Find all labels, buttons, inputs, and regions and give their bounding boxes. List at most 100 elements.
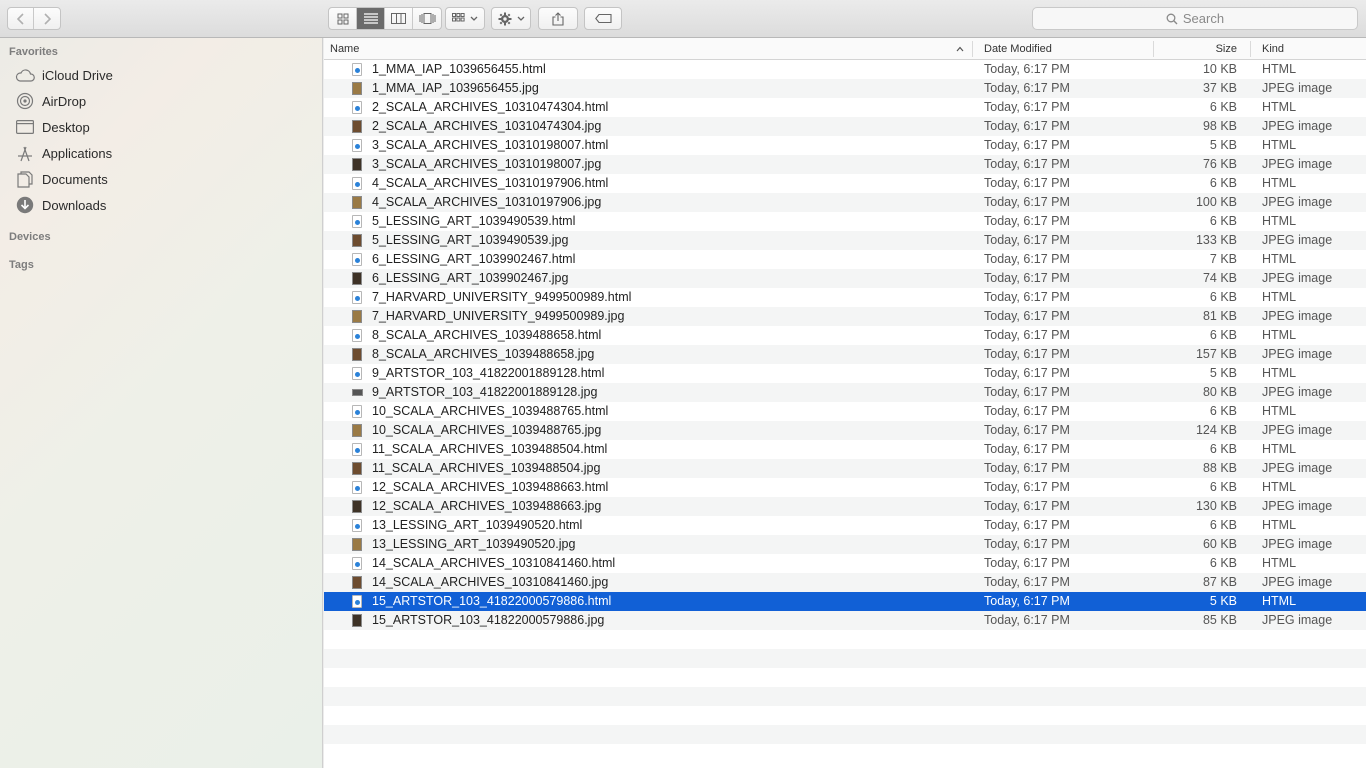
- file-size: 100 KB: [1195, 195, 1237, 209]
- action-button[interactable]: [491, 7, 531, 30]
- cloud-icon: [14, 66, 36, 84]
- file-row[interactable]: 4_SCALA_ARCHIVES_10310197906.jpg Today, 6…: [324, 193, 1366, 212]
- file-size: 5 KB: [1209, 138, 1237, 152]
- file-name: 6_LESSING_ART_1039902467.jpg: [372, 271, 569, 285]
- file-row[interactable]: 14_SCALA_ARCHIVES_10310841460.html Today,…: [324, 554, 1366, 573]
- column-divider[interactable]: [1250, 41, 1251, 57]
- file-row[interactable]: 5_LESSING_ART_1039490539.html Today, 6:17…: [324, 212, 1366, 231]
- file-row[interactable]: 8_SCALA_ARCHIVES_1039488658.html Today, 6…: [324, 326, 1366, 345]
- file-size: 5 KB: [1209, 366, 1237, 380]
- file-size: 124 KB: [1195, 423, 1237, 437]
- tags-button[interactable]: [584, 7, 622, 30]
- column-divider[interactable]: [972, 41, 973, 57]
- file-date-modified: Today, 6:17 PM: [984, 404, 1070, 418]
- file-size: 7 KB: [1209, 252, 1237, 266]
- sidebar-item-documents[interactable]: Documents: [14, 168, 304, 190]
- file-size: 81 KB: [1202, 309, 1237, 323]
- file-row[interactable]: 8_SCALA_ARCHIVES_1039488658.jpg Today, 6:…: [324, 345, 1366, 364]
- column-header-date[interactable]: Date Modified: [984, 38, 1149, 60]
- sidebar-item-icloud-drive[interactable]: iCloud Drive: [14, 64, 304, 86]
- file-date-modified: Today, 6:17 PM: [984, 385, 1070, 399]
- file-row[interactable]: 15_ARTSTOR_103_41822000579886.html Today,…: [324, 592, 1366, 611]
- file-row[interactable]: 13_LESSING_ART_1039490520.jpg Today, 6:17…: [324, 535, 1366, 554]
- file-row[interactable]: 14_SCALA_ARCHIVES_10310841460.jpg Today, …: [324, 573, 1366, 592]
- file-kind: JPEG image: [1262, 537, 1333, 551]
- back-button[interactable]: [8, 8, 34, 29]
- file-row[interactable]: 9_ARTSTOR_103_41822001889128.jpg Today, 6…: [324, 383, 1366, 402]
- sidebar-item-label: Downloads: [42, 197, 107, 213]
- file-row[interactable]: 9_ARTSTOR_103_41822001889128.html Today, …: [324, 364, 1366, 383]
- file-row[interactable]: 2_SCALA_ARCHIVES_10310474304.jpg Today, 6…: [324, 117, 1366, 136]
- list-view-button[interactable]: [357, 8, 385, 29]
- column-view-button[interactable]: [385, 8, 413, 29]
- file-list[interactable]: 1_MMA_IAP_1039656455.html Today, 6:17 PM 1…: [324, 60, 1366, 768]
- file-row[interactable]: 10_SCALA_ARCHIVES_1039488765.html Today, …: [324, 402, 1366, 421]
- file-row[interactable]: 2_SCALA_ARCHIVES_10310474304.html Today, …: [324, 98, 1366, 117]
- file-size: 87 KB: [1202, 575, 1237, 589]
- favorites-heading[interactable]: Favorites: [9, 46, 58, 58]
- file-row[interactable]: 10_SCALA_ARCHIVES_1039488765.jpg Today, 6…: [324, 421, 1366, 440]
- file-row[interactable]: 1_MMA_IAP_1039656455.html Today, 6:17 PM 1…: [324, 60, 1366, 79]
- file-row[interactable]: 3_SCALA_ARCHIVES_10310198007.jpg Today, 6…: [324, 155, 1366, 174]
- file-row[interactable]: 11_SCALA_ARCHIVES_1039488504.jpg Today, 6…: [324, 459, 1366, 478]
- chevron-down-icon: [470, 16, 478, 21]
- html-file-icon: [352, 215, 362, 228]
- file-size: 10 KB: [1202, 62, 1237, 76]
- file-row[interactable]: 1_MMA_IAP_1039656455.jpg Today, 6:17 PM 37…: [324, 79, 1366, 98]
- file-row[interactable]: 11_SCALA_ARCHIVES_1039488504.html Today, …: [324, 440, 1366, 459]
- file-kind: JPEG image: [1262, 347, 1333, 361]
- file-row[interactable]: 6_LESSING_ART_1039902467.jpg Today, 6:17 …: [324, 269, 1366, 288]
- file-row[interactable]: 13_LESSING_ART_1039490520.html Today, 6:1…: [324, 516, 1366, 535]
- image-thumbnail-icon: [352, 120, 362, 133]
- image-thumbnail-icon: [352, 82, 362, 95]
- forward-button[interactable]: [34, 8, 60, 29]
- tags-heading[interactable]: Tags: [9, 259, 34, 271]
- column-header-kind[interactable]: Kind: [1262, 38, 1362, 60]
- file-row[interactable]: 7_HARVARD_UNIVERSITY_9499500989.jpg Today…: [324, 307, 1366, 326]
- search-icon: [1166, 13, 1178, 24]
- sidebar-item-airdrop[interactable]: AirDrop: [14, 90, 304, 112]
- file-name: 1_MMA_IAP_1039656455.html: [372, 62, 546, 76]
- file-size: 6 KB: [1209, 442, 1237, 456]
- column-header-size[interactable]: Size: [1153, 38, 1237, 60]
- file-row[interactable]: 6_LESSING_ART_1039902467.html Today, 6:17…: [324, 250, 1366, 269]
- file-row[interactable]: 7_HARVARD_UNIVERSITY_9499500989.html Toda…: [324, 288, 1366, 307]
- file-name: 4_SCALA_ARCHIVES_10310197906.jpg: [372, 195, 602, 209]
- airdrop-icon: [14, 92, 36, 110]
- file-row[interactable]: 3_SCALA_ARCHIVES_10310198007.html Today, …: [324, 136, 1366, 155]
- search-field[interactable]: Search: [1032, 7, 1358, 30]
- image-thumbnail-icon: [352, 614, 362, 627]
- file-date-modified: Today, 6:17 PM: [984, 347, 1070, 361]
- sidebar-item-applications[interactable]: Applications: [14, 142, 304, 164]
- empty-row: [324, 668, 1366, 687]
- column-header-name[interactable]: Name: [330, 38, 970, 60]
- file-size: 85 KB: [1202, 613, 1237, 627]
- sidebar-item-desktop[interactable]: Desktop: [14, 116, 304, 138]
- file-kind: HTML: [1262, 100, 1297, 114]
- empty-row: [324, 630, 1366, 649]
- file-date-modified: Today, 6:17 PM: [984, 499, 1070, 513]
- file-kind: HTML: [1262, 442, 1297, 456]
- column-header-size-label: Size: [1215, 43, 1237, 55]
- applications-icon: [14, 144, 36, 162]
- file-date-modified: Today, 6:17 PM: [984, 176, 1070, 190]
- cover-flow-view-button[interactable]: [413, 8, 441, 29]
- file-row[interactable]: 12_SCALA_ARCHIVES_1039488663.html Today, …: [324, 478, 1366, 497]
- devices-heading[interactable]: Devices: [9, 231, 51, 243]
- file-row[interactable]: 12_SCALA_ARCHIVES_1039488663.jpg Today, 6…: [324, 497, 1366, 516]
- file-name: 3_SCALA_ARCHIVES_10310198007.html: [372, 138, 609, 152]
- share-button[interactable]: [538, 7, 578, 30]
- file-size: 6 KB: [1209, 100, 1237, 114]
- arrange-button[interactable]: [445, 7, 485, 30]
- file-row[interactable]: 15_ARTSTOR_103_41822000579886.jpg Today, …: [324, 611, 1366, 630]
- file-row[interactable]: 5_LESSING_ART_1039490539.jpg Today, 6:17 …: [324, 231, 1366, 250]
- image-thumbnail-icon: [352, 158, 362, 171]
- icon-view-button[interactable]: [329, 8, 357, 29]
- search-placeholder: Search: [1182, 11, 1225, 26]
- file-row[interactable]: 4_SCALA_ARCHIVES_10310197906.html Today, …: [324, 174, 1366, 193]
- sidebar-item-downloads[interactable]: Downloads: [14, 194, 304, 216]
- file-date-modified: Today, 6:17 PM: [984, 233, 1070, 247]
- file-name: 11_SCALA_ARCHIVES_1039488504.html: [372, 442, 608, 456]
- empty-row: [324, 744, 1366, 763]
- html-file-icon: [352, 481, 362, 494]
